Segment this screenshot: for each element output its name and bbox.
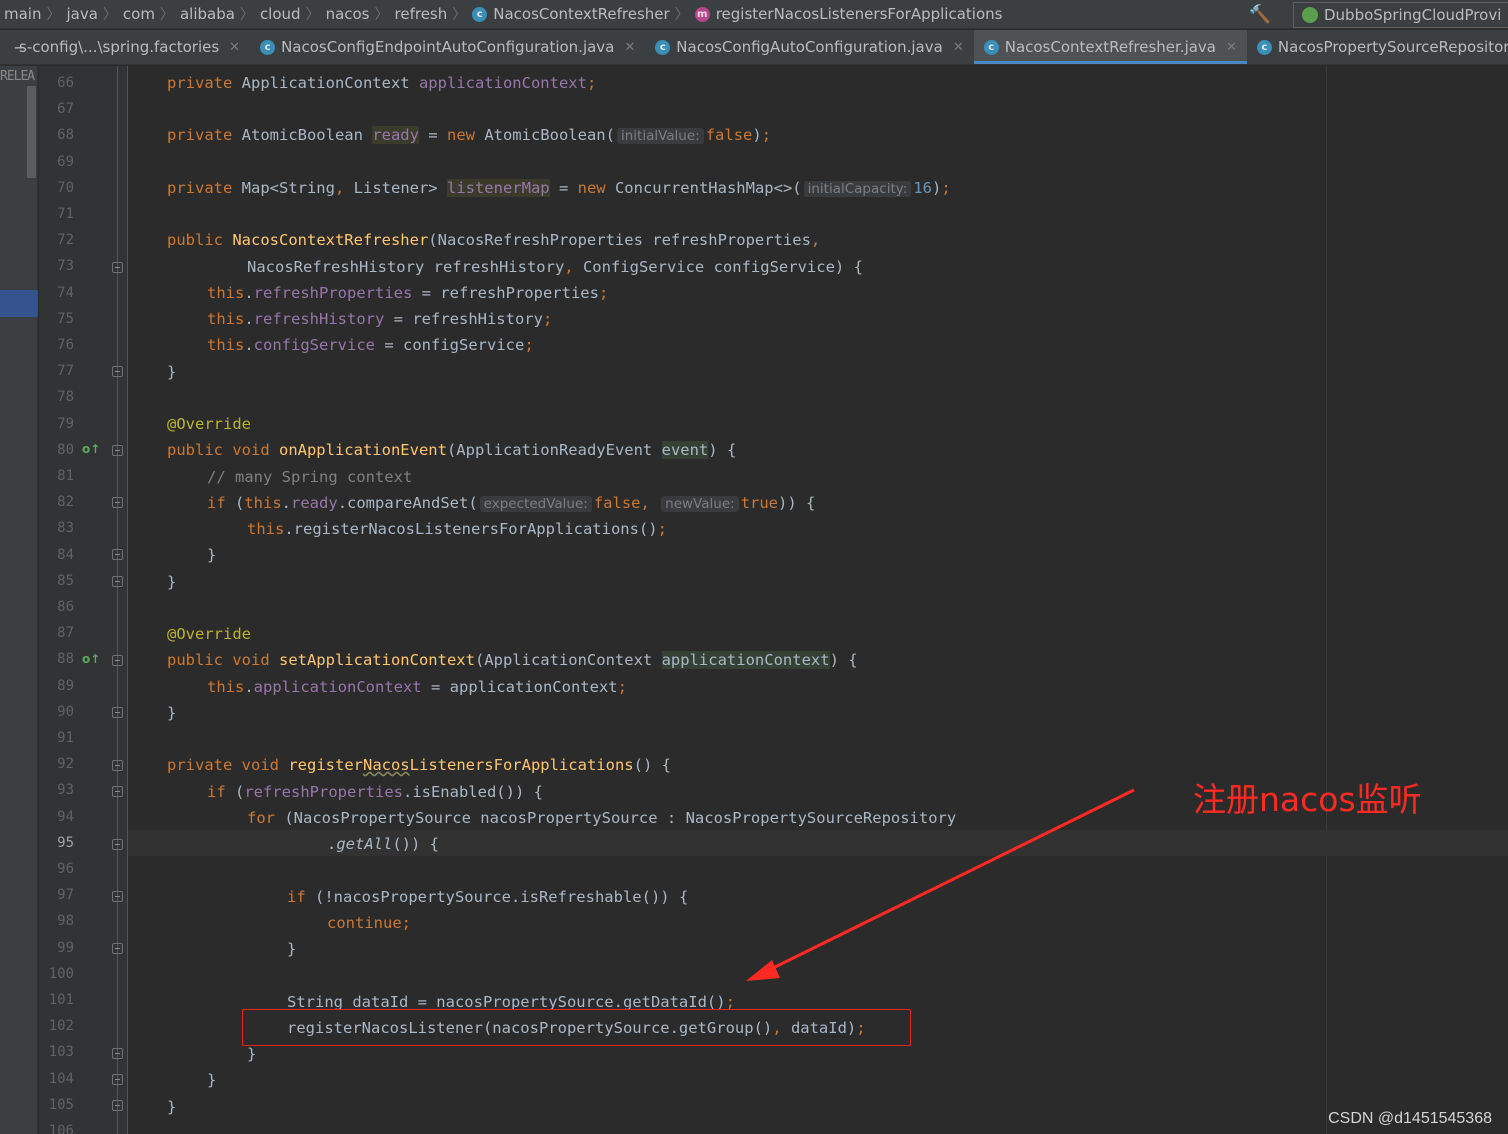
watermark: CSDN @d1451545368 <box>1328 1110 1492 1127</box>
annotation-arrow <box>746 788 1135 981</box>
annotation-text: 注册nacos监听 <box>1193 780 1422 819</box>
